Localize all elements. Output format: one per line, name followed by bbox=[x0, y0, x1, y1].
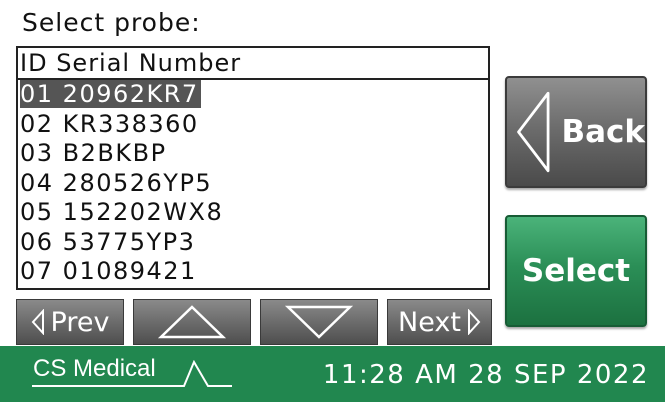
list-item-text: 02 KR338360 bbox=[20, 109, 199, 138]
list-item-text: 01 20962KR7 bbox=[20, 80, 201, 108]
list-item[interactable]: 07 01089421 bbox=[18, 257, 488, 287]
triangle-up-icon bbox=[157, 305, 227, 339]
list-item-text: 06 53775YP3 bbox=[20, 227, 196, 256]
chevron-right-icon bbox=[467, 309, 481, 335]
scroll-down-button[interactable] bbox=[260, 299, 378, 345]
list-item-text: 03 B2BKBP bbox=[20, 139, 167, 167]
list-item[interactable]: 03 B2BKBP bbox=[18, 139, 488, 169]
list-item[interactable]: 02 KR338360 bbox=[18, 110, 488, 140]
pulse-icon bbox=[176, 360, 232, 387]
list-item-text: 05 152202WX8 bbox=[20, 198, 224, 226]
list-item[interactable]: 04 280526YP5 bbox=[18, 169, 488, 199]
triangle-down-icon bbox=[284, 305, 354, 339]
scroll-up-button[interactable] bbox=[133, 299, 251, 345]
brand-logo: CS Medical bbox=[33, 355, 156, 382]
back-button[interactable]: Back bbox=[505, 76, 647, 188]
back-label: Back bbox=[561, 114, 645, 150]
next-button[interactable]: Next bbox=[387, 299, 492, 345]
prev-button[interactable]: Prev bbox=[16, 299, 124, 345]
next-label: Next bbox=[398, 306, 461, 338]
status-bar: CS Medical 11:28 AM 28 SEP 2022 bbox=[0, 346, 665, 402]
prev-label: Prev bbox=[50, 306, 110, 338]
chevron-left-icon bbox=[31, 309, 44, 335]
list-item[interactable]: 01 20962KR7 bbox=[18, 80, 488, 110]
list-item-text: 04 280526YP5 bbox=[20, 168, 213, 197]
select-label: Select bbox=[521, 253, 631, 289]
clock-display: 11:28 AM 28 SEP 2022 bbox=[322, 360, 649, 390]
brand-underline bbox=[32, 385, 182, 387]
chevron-left-icon bbox=[517, 91, 550, 173]
page-title: Select probe: bbox=[22, 8, 201, 37]
list-item[interactable]: 05 152202WX8 bbox=[18, 198, 488, 228]
list-item[interactable]: 06 53775YP3 bbox=[18, 228, 488, 258]
list-header: ID Serial Number bbox=[18, 48, 488, 80]
probe-list: ID Serial Number 01 20962KR7 02 KR338360… bbox=[16, 46, 490, 290]
select-button[interactable]: Select bbox=[505, 215, 647, 327]
list-item-text: 07 01089421 bbox=[20, 257, 197, 285]
